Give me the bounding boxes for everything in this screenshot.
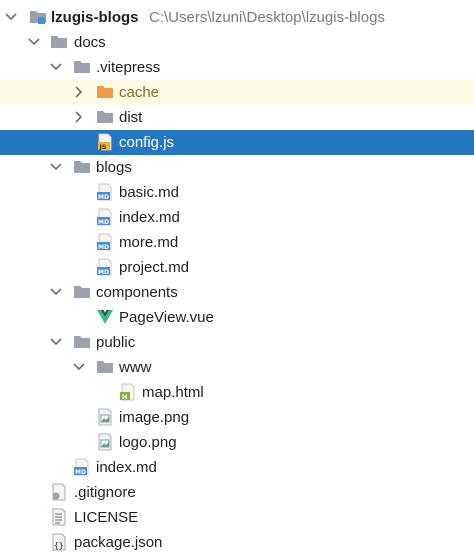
chevron-down-icon[interactable]: [71, 359, 87, 375]
tree-row-config-js[interactable]: JS config.js: [0, 130, 474, 155]
tree-row-root[interactable]: lzugis-blogs C:\Users\lzuni\Desktop\lzug…: [0, 5, 474, 30]
text-file-icon: [50, 508, 68, 526]
tree-label: .vitepress: [96, 59, 161, 76]
chevron-down-icon[interactable]: [48, 334, 64, 350]
chevron-right-icon[interactable]: [71, 109, 87, 125]
tree-label: map.html: [142, 384, 204, 401]
module-folder-icon: [29, 8, 47, 26]
folder-icon: [50, 33, 68, 51]
tree-row-license[interactable]: LICENSE: [0, 505, 474, 530]
folder-icon: [73, 158, 91, 176]
tree-row-docs[interactable]: docs: [0, 30, 474, 55]
project-tree: lzugis-blogs C:\Users\lzuni\Desktop\lzug…: [0, 0, 474, 555]
svg-text:MD: MD: [75, 469, 86, 476]
js-file-icon: JS: [96, 133, 114, 151]
tree-label: blogs: [96, 159, 132, 176]
tree-row-project-md[interactable]: MD project.md: [0, 255, 474, 280]
chevron-down-icon[interactable]: [48, 159, 64, 175]
svg-text:{}: {}: [54, 541, 64, 550]
folder-icon: [73, 333, 91, 351]
tree-label: project.md: [119, 259, 190, 276]
chevron-down-icon[interactable]: [48, 59, 64, 75]
svg-text:H: H: [122, 393, 127, 401]
tree-label: .gitignore: [74, 484, 136, 501]
tree-row-map-html[interactable]: H map.html: [0, 380, 474, 405]
tree-row-cache[interactable]: cache: [0, 80, 474, 105]
md-file-icon: MD: [73, 458, 91, 476]
image-file-icon: [96, 408, 114, 426]
tree-label: PageView.vue: [119, 309, 214, 326]
excluded-folder-icon: [96, 83, 114, 101]
tree-label: config.js: [119, 134, 175, 151]
json-file-icon: {}: [50, 533, 68, 551]
svg-text:MD: MD: [98, 269, 109, 276]
tree-row-more-md[interactable]: MD more.md: [0, 230, 474, 255]
tree-label: dist: [119, 109, 143, 126]
folder-icon: [73, 283, 91, 301]
tree-label: image.png: [119, 409, 190, 426]
tree-label: docs: [74, 34, 106, 51]
tree-label: components: [96, 284, 178, 301]
root-path-text: C:\Users\lzuni\Desktop\lzugis-blogs: [149, 9, 385, 26]
tree-row-docs-index-md[interactable]: MD index.md: [0, 455, 474, 480]
tree-row-image-png[interactable]: image.png: [0, 405, 474, 430]
md-file-icon: MD: [96, 233, 114, 251]
tree-row-basic-md[interactable]: MD basic.md: [0, 180, 474, 205]
tree-row-www[interactable]: www: [0, 355, 474, 380]
gitignore-file-icon: [50, 483, 68, 501]
md-file-icon: MD: [96, 258, 114, 276]
tree-label: logo.png: [119, 434, 177, 451]
chevron-right-icon[interactable]: [71, 84, 87, 100]
svg-text:MD: MD: [98, 194, 109, 201]
chevron-down-icon[interactable]: [48, 284, 64, 300]
tree-label: basic.md: [119, 184, 180, 201]
tree-label: public: [96, 334, 136, 351]
md-file-icon: MD: [96, 208, 114, 226]
tree-label: index.md: [96, 459, 157, 476]
tree-label: more.md: [119, 234, 179, 251]
tree-row-components[interactable]: components: [0, 280, 474, 305]
vue-file-icon: [96, 308, 114, 326]
tree-row-vitepress[interactable]: .vitepress: [0, 55, 474, 80]
md-file-icon: MD: [96, 183, 114, 201]
tree-row-dist[interactable]: dist: [0, 105, 474, 130]
tree-row-public[interactable]: public: [0, 330, 474, 355]
svg-text:JS: JS: [99, 143, 107, 151]
tree-label: lzugis-blogs: [51, 9, 139, 26]
tree-row-package-json[interactable]: {} package.json: [0, 530, 474, 555]
tree-row-gitignore[interactable]: .gitignore: [0, 480, 474, 505]
tree-label: cache: [119, 84, 160, 101]
html-file-icon: H: [119, 383, 137, 401]
folder-icon: [96, 358, 114, 376]
folder-icon: [96, 108, 114, 126]
tree-row-logo-png[interactable]: logo.png: [0, 430, 474, 455]
tree-row-blogs[interactable]: blogs: [0, 155, 474, 180]
tree-row-blogs-index-md[interactable]: MD index.md: [0, 205, 474, 230]
tree-row-pageview-vue[interactable]: PageView.vue: [0, 305, 474, 330]
tree-label: index.md: [119, 209, 180, 226]
chevron-down-icon[interactable]: [3, 9, 19, 25]
folder-icon: [73, 58, 91, 76]
image-file-icon: [96, 433, 114, 451]
tree-label: package.json: [74, 534, 163, 551]
svg-text:MD: MD: [98, 244, 109, 251]
tree-label: LICENSE: [74, 509, 139, 526]
chevron-down-icon[interactable]: [26, 34, 42, 50]
svg-text:MD: MD: [98, 219, 109, 226]
tree-label: www: [119, 359, 152, 376]
